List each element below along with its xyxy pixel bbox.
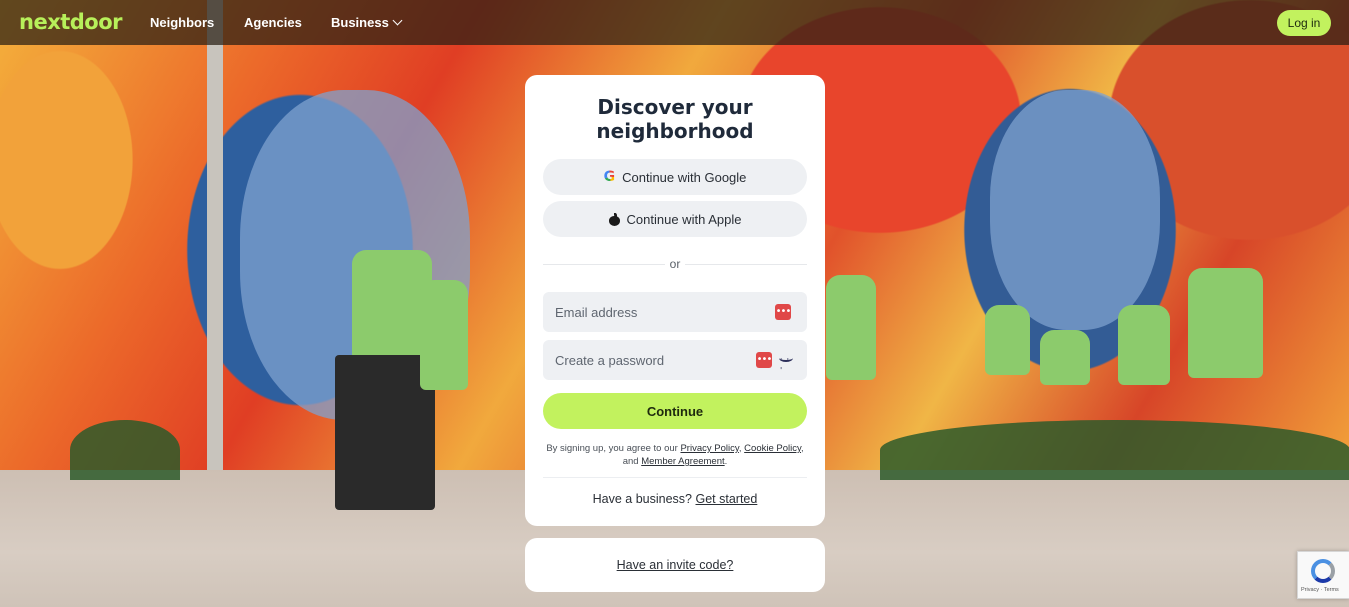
nav-neighbors-link[interactable]: Neighbors bbox=[150, 15, 214, 30]
apple-icon bbox=[608, 212, 620, 226]
nav-business-dropdown[interactable]: Business bbox=[331, 15, 403, 30]
password-input[interactable] bbox=[555, 340, 755, 380]
email-input[interactable] bbox=[555, 292, 755, 332]
business-prompt: Have a business? Get started bbox=[525, 492, 825, 506]
continue-with-apple-button[interactable]: Continue with Apple bbox=[543, 201, 807, 237]
google-icon: G bbox=[603, 169, 616, 185]
signup-card: Discover your neighborhood G Continue wi… bbox=[525, 75, 825, 526]
password-manager-icon[interactable]: ••• bbox=[775, 304, 791, 320]
volunteer bbox=[1188, 268, 1263, 378]
plants-right bbox=[880, 420, 1349, 480]
nav-business-label: Business bbox=[331, 15, 389, 30]
or-label: or bbox=[665, 257, 685, 271]
google-button-label: Continue with Google bbox=[622, 169, 747, 185]
plants-left bbox=[70, 420, 180, 480]
recaptcha-icon bbox=[1311, 559, 1335, 583]
recaptcha-badge[interactable]: Privacy · Terms bbox=[1297, 551, 1349, 599]
card-divider bbox=[543, 477, 807, 478]
recaptcha-terms[interactable]: Privacy · Terms bbox=[1301, 587, 1339, 593]
eye-closed-icon[interactable] bbox=[779, 354, 795, 375]
password-field: ••• bbox=[543, 340, 807, 380]
member-agreement-link[interactable]: Member Agreement bbox=[641, 456, 724, 467]
cookie-policy-link[interactable]: Cookie Policy bbox=[744, 443, 801, 454]
legal-separator: , bbox=[738, 443, 742, 454]
continue-button[interactable]: Continue bbox=[543, 393, 807, 429]
business-prompt-text: Have a business? bbox=[592, 492, 693, 506]
legal-end: . bbox=[724, 456, 728, 467]
volunteer bbox=[985, 305, 1030, 375]
get-started-link[interactable]: Get started bbox=[696, 492, 758, 506]
basketball-pole bbox=[207, 0, 223, 492]
volunteer bbox=[1040, 330, 1090, 385]
page-title: Discover your neighborhood bbox=[525, 95, 825, 143]
nextdoor-logo[interactable]: nextdoor bbox=[19, 10, 123, 34]
top-nav-bar: nextdoor Neighbors Agencies Business Log… bbox=[0, 0, 1349, 45]
password-manager-icon[interactable]: ••• bbox=[756, 352, 772, 368]
continue-with-google-button[interactable]: G Continue with Google bbox=[543, 159, 807, 195]
email-field: ••• bbox=[543, 292, 807, 332]
volunteer bbox=[826, 275, 876, 380]
legal-prefix: By signing up, you agree to our bbox=[546, 443, 678, 454]
invite-code-link[interactable]: Have an invite code? bbox=[617, 558, 734, 572]
nav-agencies-link[interactable]: Agencies bbox=[244, 15, 302, 30]
mural-face-right bbox=[990, 90, 1160, 330]
volunteer bbox=[1118, 305, 1170, 385]
title-line-1: Discover your bbox=[597, 95, 753, 119]
privacy-policy-link[interactable]: Privacy Policy bbox=[680, 443, 738, 454]
title-line-2: neighborhood bbox=[596, 119, 754, 143]
login-button[interactable]: Log in bbox=[1277, 10, 1331, 36]
apple-button-label: Continue with Apple bbox=[626, 211, 742, 227]
legal-disclaimer: By signing up, you agree to our Privacy … bbox=[539, 442, 811, 468]
volunteer bbox=[420, 280, 468, 390]
chevron-down-icon bbox=[392, 15, 403, 26]
invite-code-card: Have an invite code? bbox=[525, 538, 825, 592]
